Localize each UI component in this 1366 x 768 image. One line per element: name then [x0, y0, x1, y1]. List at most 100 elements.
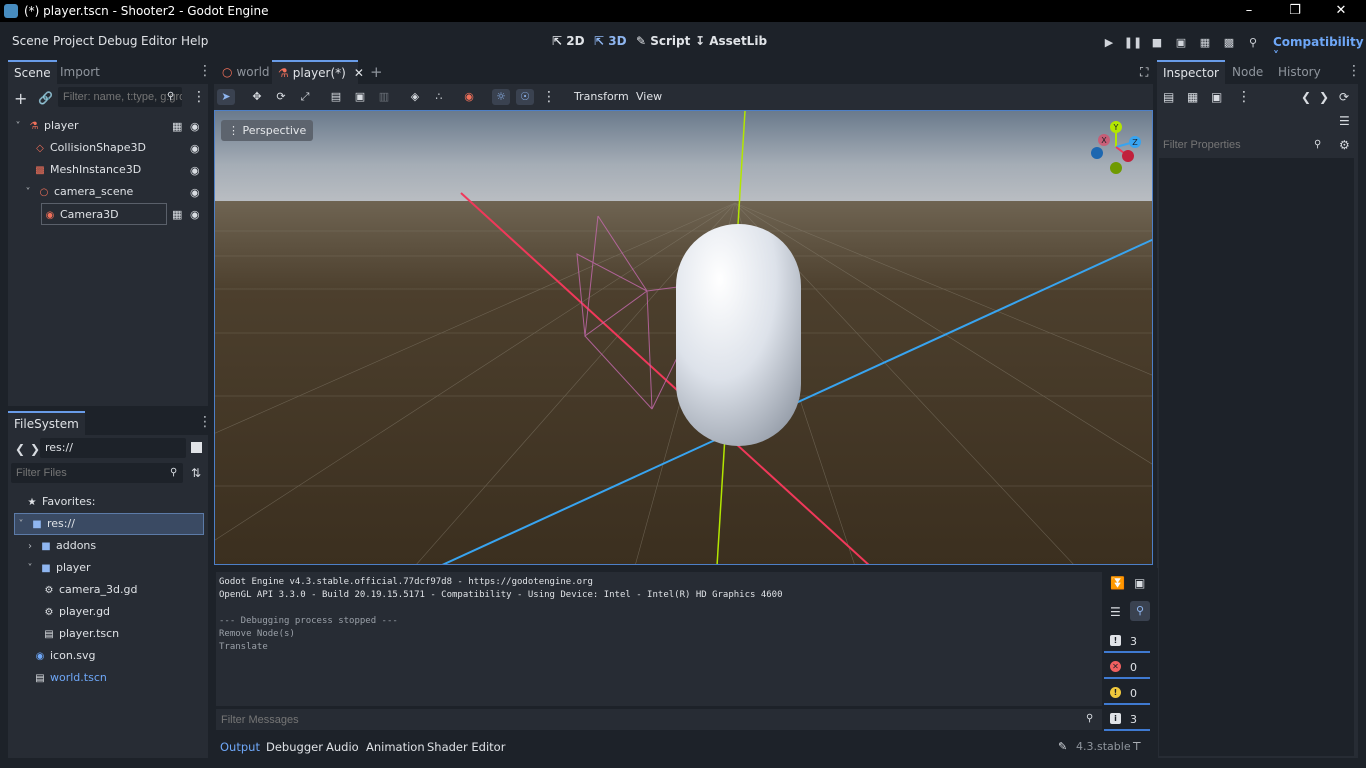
- object-history-icon[interactable]: ⟳: [1339, 90, 1349, 104]
- tab-import[interactable]: Import: [54, 60, 106, 84]
- mode-assetlib-button[interactable]: ↧ AssetLib: [695, 34, 767, 48]
- environment-preview-icon[interactable]: ☉: [516, 89, 534, 105]
- errors-filter-button[interactable]: ✕ 0: [1104, 657, 1150, 679]
- preview-camera-icon[interactable]: ◉: [460, 89, 478, 105]
- scale-mode-icon[interactable]: ⤢: [296, 89, 314, 105]
- pin-panel-icon[interactable]: ⊤: [1132, 740, 1142, 753]
- menu-help[interactable]: Help: [181, 34, 208, 48]
- transform-menu[interactable]: Transform: [574, 90, 629, 103]
- group-icon[interactable]: ▥: [375, 89, 393, 105]
- bottom-tab-debugger[interactable]: Debugger: [266, 740, 323, 754]
- copy-icon[interactable]: ▣: [1134, 576, 1145, 590]
- sort-icon[interactable]: ⇅: [191, 466, 201, 480]
- history-forward-icon[interactable]: ❯: [1319, 90, 1329, 104]
- bottom-tab-shader-editor[interactable]: Shader Editor: [427, 740, 505, 754]
- tab-scene[interactable]: Scene: [8, 60, 57, 84]
- scene-tab-world[interactable]: ○ world: [216, 60, 276, 84]
- menu-editor[interactable]: Editor: [141, 34, 177, 48]
- scene-tab-player[interactable]: ⚗ player(*) ✕: [272, 60, 364, 84]
- add-node-icon[interactable]: +: [14, 89, 27, 108]
- view-menu[interactable]: View: [636, 90, 662, 103]
- scene-dock-menu-icon[interactable]: ⋮: [198, 64, 212, 78]
- play-icon[interactable]: ▶: [1099, 33, 1119, 53]
- history-back-icon[interactable]: ❮: [1301, 90, 1311, 104]
- visibility-eye-icon[interactable]: ◉: [190, 186, 200, 199]
- tab-history[interactable]: History: [1272, 60, 1327, 84]
- mode-2d-button[interactable]: ⇱ 2D: [552, 34, 585, 48]
- stop-icon[interactable]: ■: [1147, 33, 1167, 53]
- favorites-item[interactable]: ★ Favorites:: [26, 491, 96, 513]
- visibility-eye-icon[interactable]: ◉: [190, 208, 200, 221]
- distraction-free-icon[interactable]: ⛶: [1134, 60, 1154, 84]
- path-field[interactable]: res://: [40, 438, 186, 458]
- move-mode-icon[interactable]: ✥: [248, 89, 266, 105]
- tree-node-meshinstance3d[interactable]: ▩ MeshInstance3D: [34, 159, 141, 181]
- fs-item-icon-svg[interactable]: ◉ icon.svg: [34, 645, 96, 667]
- tab-inspector[interactable]: Inspector: [1157, 60, 1225, 84]
- add-scene-tab-icon[interactable]: +: [364, 60, 389, 84]
- filesystem-menu-icon[interactable]: ⋮: [198, 415, 212, 429]
- clear-log-icon[interactable]: ⏬: [1110, 576, 1125, 590]
- fs-item-addons[interactable]: › ■ addons: [24, 535, 96, 557]
- fs-item-player-gd[interactable]: ⚙ player.gd: [43, 601, 111, 623]
- inspector-menu-icon[interactable]: ⋮: [1347, 64, 1361, 78]
- fs-item-res[interactable]: ˅ ■ res://: [14, 513, 204, 535]
- back-icon[interactable]: ❮: [15, 442, 25, 456]
- close-tab-icon[interactable]: ✕: [354, 66, 364, 80]
- scene-filter-input[interactable]: [58, 87, 182, 107]
- info-filter-button[interactable]: i3: [1104, 709, 1150, 731]
- sun-preview-icon[interactable]: ☼: [492, 89, 510, 105]
- 3d-viewport[interactable]: Y Z X ⋮ Perspective: [214, 110, 1153, 565]
- warnings-filter-button[interactable]: ! 0: [1104, 683, 1150, 705]
- visibility-eye-icon[interactable]: ◉: [190, 120, 200, 133]
- new-resource-icon[interactable]: ▤: [1163, 90, 1174, 104]
- environment-menu-icon[interactable]: ⋮: [540, 89, 558, 105]
- save-resource-icon[interactable]: ▣: [1211, 90, 1222, 104]
- menu-project[interactable]: Project: [53, 34, 94, 48]
- script-attached-icon[interactable]: ▦: [172, 120, 182, 133]
- close-icon[interactable]: ✕: [1318, 0, 1364, 22]
- fs-item-player-tscn[interactable]: ▤ player.tscn: [43, 623, 119, 645]
- messages-filter-button[interactable]: ! 3: [1104, 631, 1150, 653]
- tree-node-camera-scene[interactable]: ˅ ○ camera_scene: [22, 181, 134, 203]
- tab-filesystem[interactable]: FileSystem: [8, 411, 85, 435]
- bottom-tab-animation[interactable]: Animation: [366, 740, 425, 754]
- select-mode-icon[interactable]: ➤: [217, 89, 235, 105]
- update-spinner-icon[interactable]: ✎: [1058, 740, 1067, 753]
- filter-toggle-icon[interactable]: ⚲: [1130, 601, 1150, 621]
- menu-debug[interactable]: Debug: [98, 34, 137, 48]
- menu-scene[interactable]: Scene: [12, 34, 49, 48]
- play-custom-scene-icon[interactable]: ▩: [1219, 33, 1239, 53]
- bottom-tab-audio[interactable]: Audio: [326, 740, 359, 754]
- lock-icon[interactable]: ▣: [351, 89, 369, 105]
- fs-item-world-tscn[interactable]: ▤ world.tscn: [34, 667, 107, 689]
- snap-icon[interactable]: ∴: [430, 89, 448, 105]
- mode-script-button[interactable]: ✎ Script: [636, 34, 690, 48]
- fs-item-camera-3d-gd[interactable]: ⚙ camera_3d.gd: [43, 579, 138, 601]
- perspective-menu[interactable]: ⋮ Perspective: [221, 120, 314, 141]
- filesystem-filter-input[interactable]: [11, 463, 183, 483]
- maximize-icon[interactable]: ❐: [1272, 0, 1318, 22]
- rotate-mode-icon[interactable]: ⟳: [272, 89, 290, 105]
- node-path-icon[interactable]: ☰: [1339, 114, 1350, 128]
- mode-3d-button[interactable]: ⇱ 3D: [594, 34, 627, 48]
- collapse-icon[interactable]: ☰: [1110, 605, 1121, 619]
- tree-node-collisionshape3d[interactable]: ◇ CollisionShape3D: [34, 137, 146, 159]
- visibility-eye-icon[interactable]: ◉: [190, 164, 200, 177]
- link-icon[interactable]: 🔗: [38, 91, 53, 105]
- snap-object-icon[interactable]: ◈: [406, 89, 424, 105]
- bottom-tab-output[interactable]: Output: [220, 740, 260, 754]
- visibility-eye-icon[interactable]: ◉: [190, 142, 200, 155]
- resource-menu-icon[interactable]: ⋮: [1237, 89, 1251, 105]
- property-settings-icon[interactable]: ⚙: [1339, 138, 1350, 152]
- split-mode-icon[interactable]: [191, 442, 202, 453]
- forward-icon[interactable]: ❯: [30, 442, 40, 456]
- fs-item-player[interactable]: ˅ ■ player: [24, 557, 91, 579]
- renderer-select[interactable]: Compatibility ˅: [1273, 35, 1366, 63]
- output-filter-input[interactable]: [216, 709, 1090, 730]
- tab-node[interactable]: Node: [1226, 60, 1269, 84]
- script-attached-icon[interactable]: ▦: [172, 208, 182, 221]
- open-resource-icon[interactable]: ▦: [1187, 90, 1198, 104]
- tree-node-camera3d[interactable]: ◉ Camera3D: [41, 203, 167, 225]
- remote-debug-icon[interactable]: ▣: [1171, 33, 1191, 53]
